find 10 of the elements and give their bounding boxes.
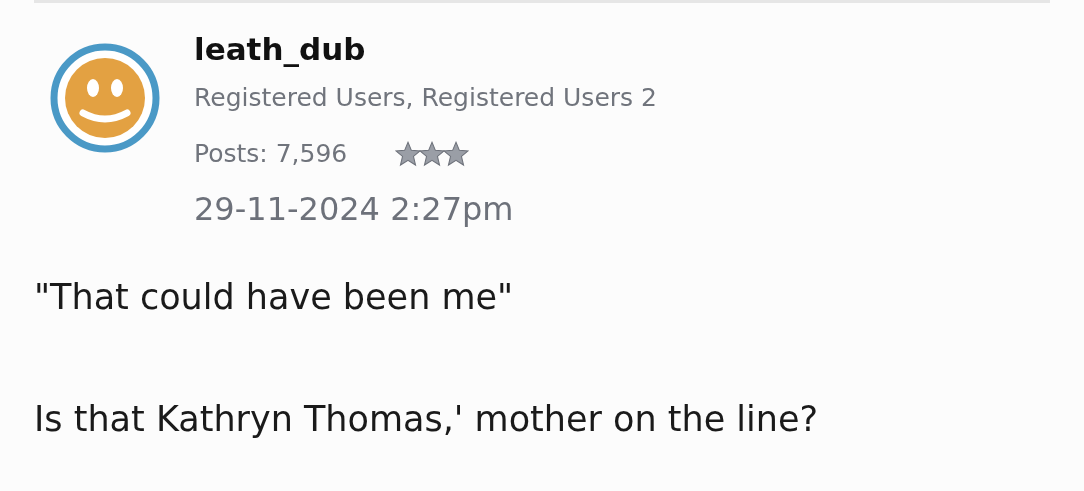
post-paragraph: "That could have been me" — [34, 276, 515, 319]
star-icon — [395, 141, 422, 167]
post-count: Posts: 7,596 — [194, 138, 348, 170]
user-roles: Registered Users, Registered Users 2 — [194, 82, 657, 114]
star-icon — [419, 141, 446, 167]
post-timestamp: 29-11-2024 2:27pm — [194, 189, 515, 229]
avatar-icon[interactable] — [50, 43, 160, 153]
username-link[interactable]: leath_dub — [194, 29, 657, 69]
post-paragraph: Is that Kathryn Thomas,' mother on the line? — [34, 398, 820, 441]
star-icon — [443, 141, 470, 167]
